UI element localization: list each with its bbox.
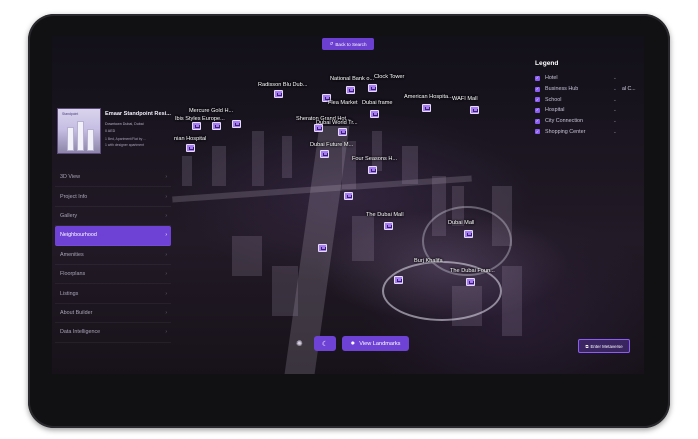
sidebar: Standpoint Emaar Standpoint Resi... Down… (55, 106, 171, 374)
external-icon: ⧉ (585, 343, 589, 349)
checkbox-checked-icon[interactable]: ✓ (535, 118, 540, 124)
checkbox-checked-icon[interactable]: ✓ (535, 107, 540, 113)
landmark-label[interactable]: Four Seasons H... (352, 156, 397, 162)
landmark-label[interactable]: American Hospita... (404, 94, 453, 100)
property-name: Emaar Standpoint Resi... (105, 111, 171, 117)
chevron-right-icon: › (165, 212, 167, 219)
landmark-marker[interactable] (464, 230, 473, 238)
landmark-marker[interactable] (320, 150, 329, 158)
landmark-marker[interactable] (466, 278, 475, 286)
menu-item-about-builder[interactable]: About Builder › (55, 304, 171, 324)
landmark-marker[interactable] (370, 110, 379, 118)
menu-item-gallery[interactable]: Gallery › (55, 207, 171, 227)
property-card[interactable]: Standpoint Emaar Standpoint Resi... Down… (57, 108, 171, 154)
landmark-label[interactable]: al C... (622, 86, 636, 92)
property-thumbnail: Standpoint (57, 108, 101, 154)
landmark-label[interactable]: Ibis Styles Europe... (175, 116, 225, 122)
legend-item-hospital[interactable]: ✓ Hospital ⌄ (535, 105, 643, 116)
chevron-right-icon: › (165, 271, 167, 278)
landmark-label[interactable]: Flea Market (328, 100, 358, 106)
undo-icon: ↺ (329, 41, 334, 46)
chevron-right-icon: › (165, 232, 167, 239)
landmark-label[interactable]: National Bank o... (330, 76, 374, 82)
landmark-label[interactable]: Radisson Blu Dub... (258, 82, 307, 88)
landmark-marker[interactable] (344, 192, 353, 200)
checkbox-checked-icon[interactable]: ✓ (535, 97, 540, 103)
landmark-marker[interactable] (338, 128, 347, 136)
checkbox-checked-icon[interactable]: ✓ (535, 129, 540, 135)
chevron-down-icon[interactable]: ⌄ (613, 75, 617, 81)
landmark-marker[interactable] (470, 106, 479, 114)
landmark-label[interactable]: The Dubai Foun... (450, 268, 495, 274)
chevron-down-icon[interactable]: ⌄ (613, 97, 617, 103)
property-feature: 1 Bed, Apartment/Flat by ... (105, 137, 147, 141)
chevron-down-icon[interactable]: ⌄ (613, 86, 617, 92)
landmark-marker[interactable] (346, 86, 355, 94)
chevron-down-icon[interactable]: ⌄ (613, 118, 617, 124)
chevron-right-icon: › (165, 329, 167, 336)
chevron-right-icon: › (165, 174, 167, 181)
landmark-label[interactable]: Clock Tower (374, 74, 404, 80)
chevron-right-icon: › (165, 290, 167, 297)
view-landmarks-button[interactable]: ✹ View Landmarks (342, 336, 409, 351)
landmark-label[interactable]: Dubai frame (362, 100, 392, 106)
landmark-marker[interactable] (314, 124, 323, 132)
landmark-marker[interactable] (368, 84, 377, 92)
landmark-label[interactable]: The Dubai Mall (366, 212, 404, 218)
star-icon: ✹ (350, 340, 356, 347)
menu-item-data-intelligence[interactable]: Data Intelligence › (55, 323, 171, 343)
sun-icon[interactable]: ✺ (296, 339, 303, 348)
checkbox-checked-icon[interactable]: ✓ (535, 86, 540, 92)
chevron-down-icon[interactable]: ⌄ (613, 129, 617, 135)
landmark-label[interactable]: WAFI Mall (452, 96, 478, 102)
side-menu: 3D View › Project Info › Gallery › Neighbou… (55, 168, 171, 343)
landmark-marker[interactable] (394, 276, 403, 284)
checkbox-checked-icon[interactable]: ✓ (535, 75, 540, 81)
back-to-search-button[interactable]: ↺ Back to Search (322, 38, 374, 50)
landmark-label[interactable]: nian Hospital (174, 136, 206, 142)
menu-item-listings[interactable]: Listings › (55, 284, 171, 304)
landmark-marker[interactable] (212, 122, 221, 130)
chevron-down-icon[interactable]: ⌄ (613, 107, 617, 113)
property-price: 0 AED (105, 129, 116, 133)
chevron-right-icon: › (165, 193, 167, 200)
landmark-label[interactable]: Dubai Future M... (310, 142, 353, 148)
landmark-label[interactable]: Burj Khalifa (414, 258, 443, 264)
property-location: Downtown Dubai, Dubai (105, 122, 144, 126)
enter-metaverse-button[interactable]: ⧉ Enter Metaverse (578, 339, 630, 353)
menu-item-project-info[interactable]: Project Info › (55, 187, 171, 207)
menu-item-floorplans[interactable]: Floorplans › (55, 265, 171, 285)
landmark-marker[interactable] (318, 244, 327, 252)
legend-item-school[interactable]: ✓ School ⌄ (535, 94, 643, 105)
moon-icon: ☾ (321, 340, 329, 348)
landmark-label[interactable]: Mercure Gold H... (189, 108, 233, 114)
menu-item-neighbourhood[interactable]: Neighbourhood › (55, 226, 171, 246)
legend-title: Legend (535, 60, 559, 67)
night-mode-button[interactable]: ☾ (314, 336, 336, 351)
landmark-marker[interactable] (192, 122, 201, 130)
landmark-marker[interactable] (232, 120, 241, 128)
landmark-marker[interactable] (368, 166, 377, 174)
property-feature: 1 with designer apartment (105, 143, 145, 147)
menu-item-amenities[interactable]: Amenities › (55, 246, 171, 265)
landmark-marker[interactable] (384, 222, 393, 230)
landmark-marker[interactable] (274, 90, 283, 98)
menu-item-3d-view[interactable]: 3D View › (55, 168, 171, 188)
landmark-label[interactable]: Dubai Mall (448, 220, 474, 226)
screen: ↺ Back to Search Radisson Blu Dub... Nat… (52, 36, 644, 374)
landmark-marker[interactable] (186, 144, 195, 152)
legend-item-hotel[interactable]: ✓ Hotel ⌄ (535, 73, 643, 84)
legend-panel: Legend ✓ Hotel ⌄ ✓ Business Hub ⌄ ✓ School ⌄ ✓… (535, 60, 643, 137)
legend-item-shopping-center[interactable]: ✓ Shopping Center ⌄ (535, 126, 643, 137)
landmark-marker[interactable] (422, 104, 431, 112)
chevron-right-icon: › (165, 251, 167, 258)
legend-item-city-connection[interactable]: ✓ City Connection ⌄ (535, 116, 643, 127)
chevron-right-icon: › (165, 309, 167, 316)
